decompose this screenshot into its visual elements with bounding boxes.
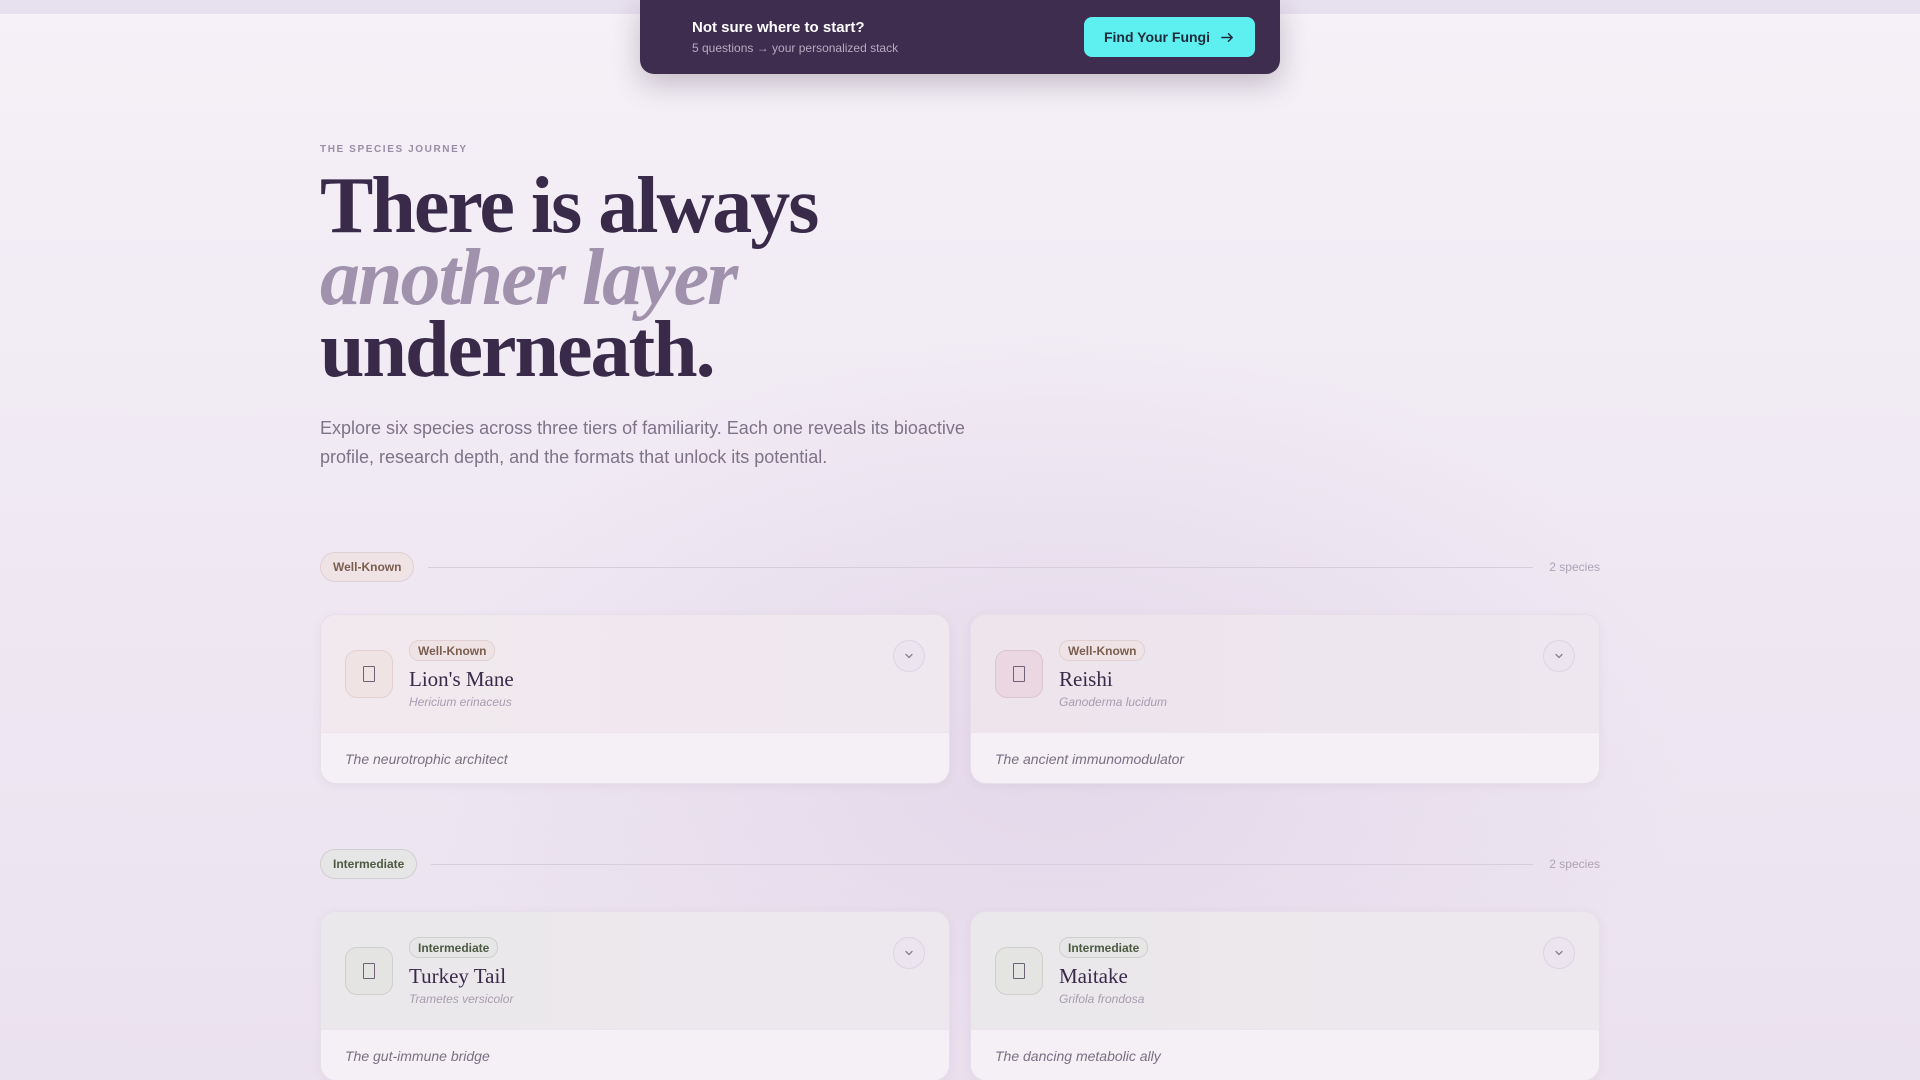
species-card-reishi[interactable]: Well-Known Reishi Ganoderma lucidum The … — [970, 614, 1600, 784]
card-badge: Well-Known — [1059, 640, 1146, 661]
card-header: Well-Known Reishi Ganoderma lucidum — [971, 615, 1599, 733]
species-card-turkey-tail[interactable]: Intermediate Turkey Tail Trametes versic… — [320, 911, 950, 1080]
tier-pill: Intermediate — [320, 849, 418, 879]
species-latin-name: Trametes versicolor — [409, 992, 514, 1006]
species-tagline: The ancient immunomodulator — [995, 751, 1185, 767]
tier-header-well-known: Well-Known 2 species — [320, 552, 1600, 582]
card-header: Well-Known Lion's Mane Hericium erinaceu… — [321, 615, 949, 733]
card-header: Intermediate Turkey Tail Trametes versic… — [321, 912, 949, 1030]
mushroom-glyph-icon — [995, 947, 1043, 995]
banner-title: Not sure where to start? — [692, 19, 865, 36]
expand-button[interactable] — [1543, 640, 1575, 672]
chevron-down-icon — [1555, 950, 1563, 956]
hero-line-1: There is always — [320, 162, 819, 250]
species-card-maitake[interactable]: Intermediate Maitake Grifola frondosa Th… — [970, 911, 1600, 1080]
card-header: Intermediate Maitake Grifola frondosa — [971, 912, 1599, 1030]
chevron-down-icon — [1555, 653, 1563, 659]
species-card-lions-mane[interactable]: Well-Known Lion's Mane Hericium erinaceu… — [320, 614, 950, 784]
expand-button[interactable] — [893, 640, 925, 672]
species-latin-name: Ganoderma lucidum — [1059, 695, 1168, 709]
arrow-right-icon — [1221, 32, 1233, 42]
species-tagline: The dancing metabolic ally — [995, 1048, 1161, 1064]
tier-divider — [431, 863, 1534, 865]
hero-intro: Explore six species across three tiers o… — [320, 414, 1000, 472]
chevron-down-icon — [905, 950, 913, 956]
eyebrow-label: THE SPECIES JOURNEY — [320, 144, 468, 155]
hero-line-2: another layer — [320, 234, 738, 322]
mushroom-glyph-icon — [345, 650, 393, 698]
species-latin-name: Hericium erinaceus — [409, 695, 512, 709]
tier-count: 2 species — [1549, 857, 1600, 871]
card-badge: Intermediate — [409, 937, 499, 958]
chevron-down-icon — [905, 653, 913, 659]
hero-heading: There is always another layer underneath… — [320, 162, 819, 394]
species-name: Lion's Mane — [409, 667, 514, 691]
mushroom-glyph-icon — [345, 947, 393, 995]
species-tagline: The gut-immune bridge — [345, 1048, 490, 1064]
species-name: Turkey Tail — [409, 964, 507, 988]
species-latin-name: Grifola frondosa — [1059, 992, 1145, 1006]
tier-pill: Well-Known — [320, 552, 415, 582]
quiz-banner: Not sure where to start? 5 questions → y… — [640, 0, 1280, 74]
banner-text: Not sure where to start? 5 questions → y… — [692, 19, 1084, 55]
find-your-fungi-label: Find Your Fungi — [1103, 29, 1210, 45]
find-your-fungi-button[interactable]: Find Your Fungi — [1083, 17, 1255, 57]
species-name: Maitake — [1059, 964, 1128, 988]
intro-line-1: Explore six species across three tiers o… — [320, 418, 965, 438]
tier-divider — [428, 566, 1534, 568]
banner-subtitle: 5 questions → your personalized stack — [692, 41, 899, 55]
species-name: Reishi — [1059, 667, 1113, 691]
tier-header-intermediate: Intermediate 2 species — [320, 849, 1600, 879]
card-badge: Well-Known — [409, 640, 496, 661]
intro-line-2: profile, research depth, and the formats… — [320, 447, 828, 467]
tier-count: 2 species — [1549, 560, 1600, 574]
expand-button[interactable] — [893, 937, 925, 969]
species-tagline: The neurotrophic architect — [345, 751, 508, 767]
hero-line-3: underneath. — [320, 306, 716, 394]
mushroom-glyph-icon — [995, 650, 1043, 698]
card-badge: Intermediate — [1059, 937, 1149, 958]
expand-button[interactable] — [1543, 937, 1575, 969]
